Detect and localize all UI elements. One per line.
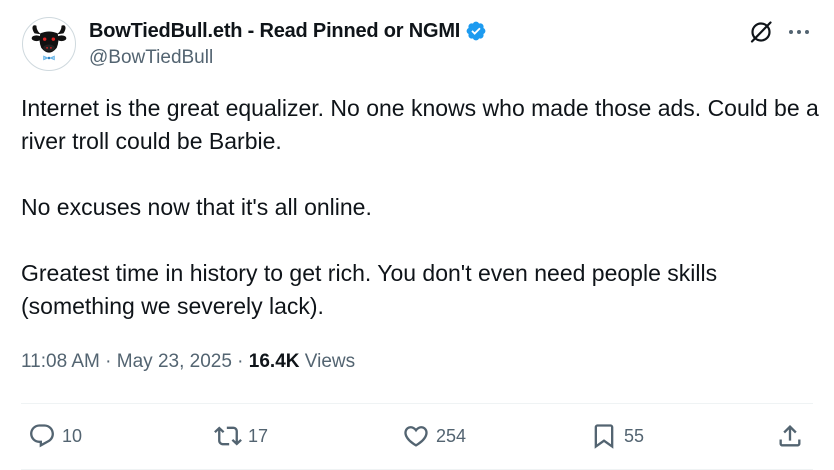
divider bbox=[21, 403, 813, 404]
author-handle[interactable]: @BowTiedBull bbox=[89, 47, 213, 69]
reply-count: 10 bbox=[62, 425, 83, 446]
bookmark-count: 55 bbox=[624, 425, 645, 446]
tweet-meta: 11:08 AM · May 23, 2025 · 16.4K Views bbox=[21, 351, 355, 373]
tweet-paragraph: No excuses now that it's all online. bbox=[21, 194, 372, 220]
more-icon[interactable] bbox=[786, 19, 812, 45]
author-name-row: BowTiedBull.eth - Read Pinned or NGMI bbox=[89, 19, 487, 43]
retweet-button[interactable]: 17 bbox=[214, 420, 268, 452]
meta-separator: · bbox=[231, 351, 249, 372]
reply-icon bbox=[30, 424, 54, 448]
like-icon bbox=[404, 426, 428, 447]
verified-badge-icon[interactable] bbox=[465, 20, 487, 42]
share-icon bbox=[779, 425, 801, 447]
views-count[interactable]: 16.4K bbox=[249, 351, 300, 372]
tweet-text: Internet is the great equalizer. No one … bbox=[21, 92, 821, 323]
bookmark-icon bbox=[594, 424, 614, 449]
bull-head-icon bbox=[31, 25, 67, 61]
tweet-detail: BowTiedBull.eth - Read Pinned or NGMI @B… bbox=[0, 0, 834, 470]
retweet-count: 17 bbox=[248, 425, 269, 446]
views-label: Views bbox=[299, 351, 356, 372]
avatar[interactable] bbox=[22, 17, 76, 71]
tweet-paragraph: Internet is the great equalizer. No one … bbox=[21, 95, 819, 154]
retweet-icon bbox=[214, 426, 242, 446]
author-display-name[interactable]: BowTiedBull.eth - Read Pinned or NGMI bbox=[89, 20, 460, 43]
like-count: 254 bbox=[436, 425, 467, 446]
reply-button[interactable]: 10 bbox=[28, 420, 82, 452]
meta-separator: · bbox=[99, 351, 117, 372]
tweet-paragraph: Greatest time in history to get rich. Yo… bbox=[21, 260, 718, 319]
share-button[interactable] bbox=[776, 420, 804, 452]
like-button[interactable]: 254 bbox=[402, 420, 466, 452]
tweet-date[interactable]: May 23, 2025 bbox=[117, 351, 232, 372]
bookmark-button[interactable]: 55 bbox=[590, 420, 644, 452]
tweet-time[interactable]: 11:08 AM bbox=[21, 351, 100, 372]
grok-icon[interactable] bbox=[748, 19, 774, 45]
